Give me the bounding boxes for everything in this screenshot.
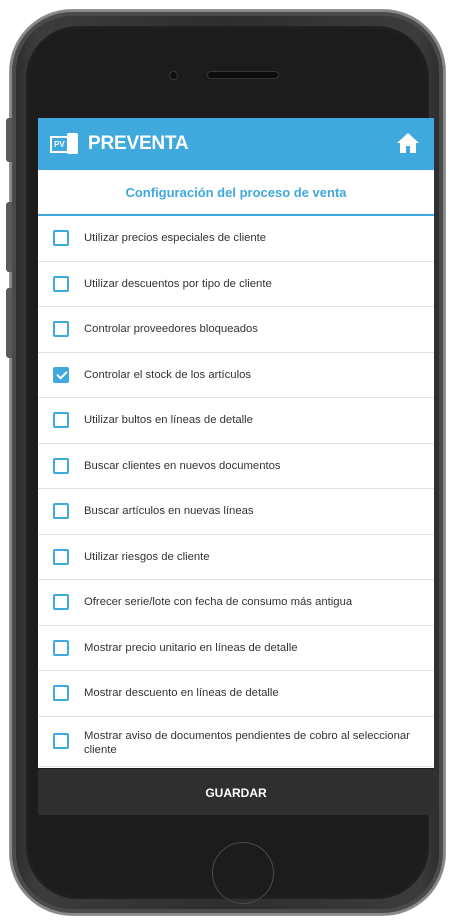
volume-down-button bbox=[6, 288, 12, 358]
option-row[interactable]: Buscar artículos en nuevas líneas bbox=[38, 489, 434, 535]
option-row[interactable]: Utilizar riesgos de cliente bbox=[38, 535, 434, 580]
option-label: Ofrecer serie/lote con fecha de consumo … bbox=[84, 596, 353, 609]
home-icon[interactable] bbox=[396, 132, 420, 154]
earpiece-speaker bbox=[208, 72, 278, 78]
checkbox-unchecked[interactable] bbox=[53, 457, 69, 474]
option-row[interactable]: Controlar proveedores bloqueados bbox=[38, 307, 434, 353]
option-row[interactable]: Controlar el stock de los artículos bbox=[38, 353, 434, 398]
app-screen: PV PREVENTA Configuración del proceso de… bbox=[38, 118, 434, 815]
option-label: Mostrar aviso de documentos pendientes d… bbox=[84, 729, 410, 756]
checkbox-unchecked[interactable] bbox=[53, 275, 69, 292]
checkbox-unchecked[interactable] bbox=[53, 732, 69, 749]
app-header: PV PREVENTA bbox=[38, 118, 434, 170]
option-label: Buscar clientes en nuevos documentos bbox=[84, 459, 281, 472]
option-row[interactable]: Utilizar descuentos por tipo de cliente bbox=[38, 262, 434, 307]
checkbox-unchecked[interactable] bbox=[53, 548, 69, 565]
logo-text: PV bbox=[54, 140, 65, 149]
option-label: Mostrar descuento en líneas de detalle bbox=[84, 687, 279, 700]
option-label: Utilizar bultos en líneas de detalle bbox=[84, 414, 253, 427]
save-button[interactable]: GUARDAR bbox=[38, 768, 434, 815]
checkbox-unchecked[interactable] bbox=[53, 639, 69, 656]
option-row[interactable]: Mostrar descuento en líneas de detalle bbox=[38, 671, 434, 717]
option-label: Utilizar riesgos de cliente bbox=[84, 550, 210, 563]
option-row[interactable]: Utilizar precios especiales de cliente bbox=[38, 216, 434, 262]
checkbox-unchecked[interactable] bbox=[53, 321, 69, 338]
option-label: Mostrar precio unitario en líneas de det… bbox=[84, 641, 298, 654]
option-label: Buscar artículos en nuevas líneas bbox=[84, 505, 254, 518]
volume-up-button bbox=[6, 202, 12, 272]
mute-switch bbox=[6, 118, 12, 162]
section-title: Configuración del proceso de venta bbox=[38, 170, 434, 216]
option-row[interactable]: Mostrar precio unitario en líneas de det… bbox=[38, 626, 434, 671]
option-row[interactable]: Mostrar aviso de documentos pendientes d… bbox=[38, 717, 434, 767]
option-row[interactable]: Ofrecer serie/lote con fecha de consumo … bbox=[38, 580, 434, 626]
checkbox-unchecked[interactable] bbox=[53, 594, 69, 611]
option-label: Utilizar precios especiales de cliente bbox=[84, 232, 267, 245]
options-list: Utilizar precios especiales de cliente Ut… bbox=[38, 216, 434, 767]
option-label: Utilizar descuentos por tipo de cliente bbox=[84, 277, 272, 290]
phone-home-button[interactable] bbox=[212, 842, 274, 904]
checkbox-checked[interactable] bbox=[53, 366, 69, 383]
option-label: Controlar proveedores bloqueados bbox=[84, 323, 258, 336]
option-row[interactable]: Utilizar bultos en líneas de detalle bbox=[38, 398, 434, 444]
checkbox-unchecked[interactable] bbox=[53, 685, 69, 702]
option-row[interactable]: Buscar clientes en nuevos documentos bbox=[38, 444, 434, 489]
checkbox-unchecked[interactable] bbox=[53, 412, 69, 429]
checkbox-unchecked[interactable] bbox=[53, 230, 69, 247]
option-label: Controlar el stock de los artículos bbox=[84, 368, 252, 381]
checkbox-unchecked[interactable] bbox=[53, 503, 69, 520]
front-camera bbox=[170, 72, 177, 79]
app-title: PREVENTA bbox=[88, 133, 189, 154]
preventa-logo-icon: PV bbox=[50, 133, 80, 155]
